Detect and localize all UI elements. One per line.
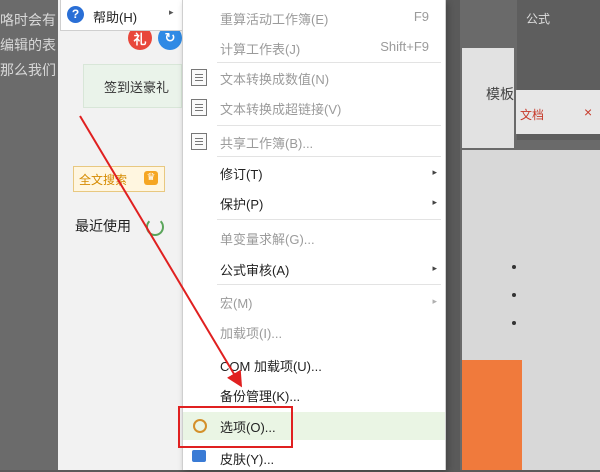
annotation-arrow [79, 115, 243, 388]
arrow-line [79, 115, 243, 388]
